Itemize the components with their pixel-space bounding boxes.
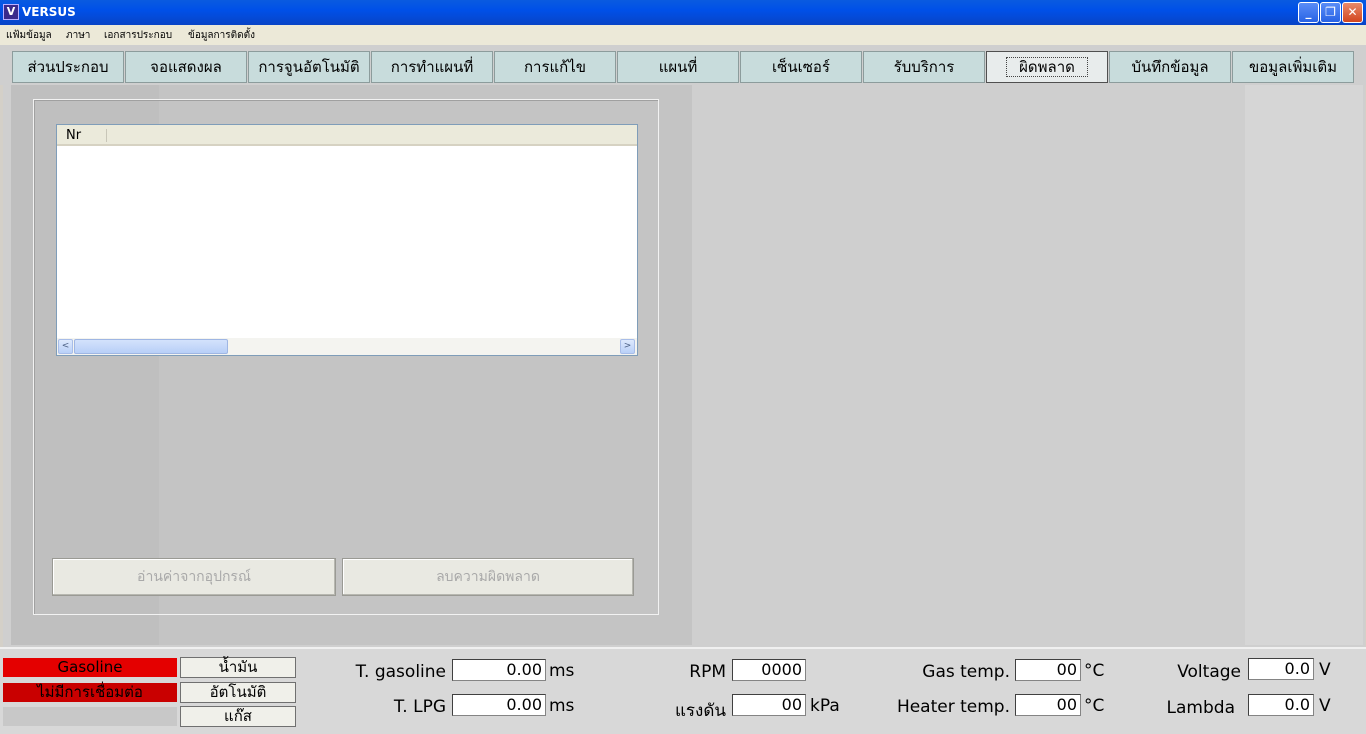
tab-service[interactable]: รับบริการ — [863, 51, 985, 83]
tab-strip: ส่วนประกอบ จอแสดงผล การจูนอัตโนมัติ การท… — [0, 45, 1366, 85]
heater-temp-unit: °C — [1084, 696, 1105, 716]
column-header-nr[interactable]: Nr — [66, 128, 81, 143]
heater-temp-label: Heater temp. — [896, 697, 1010, 717]
errors-panel: Nr < > อ่านค่าจากอุปกรณ์ ลบความผิดพลาด — [3, 85, 1365, 647]
voltage-unit: V — [1319, 660, 1331, 680]
clear-errors-button[interactable]: ลบความผิดพลาด — [342, 558, 634, 596]
app-icon: V — [3, 4, 19, 20]
window-title: VERSUS — [22, 5, 76, 19]
connection-indicator: ไม่มีการเชื่อมต่อ — [3, 683, 177, 702]
errors-list-header: Nr — [57, 125, 637, 146]
tab-editing[interactable]: การแก้ไข — [494, 51, 616, 83]
scroll-thumb[interactable] — [74, 339, 228, 354]
menu-language[interactable]: ภาษา — [66, 28, 90, 43]
petrol-mode-button[interactable]: น้ำมัน — [180, 657, 296, 678]
title-bar[interactable]: V VERSUS _ ❐ ✕ — [0, 0, 1366, 25]
panel-shade-right — [1245, 85, 1363, 645]
auto-mode-button[interactable]: อัตโนมัติ — [180, 682, 296, 703]
voltage-value: 0.0 — [1248, 658, 1314, 680]
menu-documents[interactable]: เอกสารประกอบ — [104, 28, 172, 43]
pressure-unit: kPa — [810, 696, 840, 716]
menu-bar: แฟ้มข้อมูล ภาษา เอกสารประกอบ ข้อมูลการติ… — [0, 25, 1366, 45]
tab-map[interactable]: แผนที่ — [617, 51, 739, 83]
heater-temp-value: 00 — [1015, 694, 1081, 716]
restore-button[interactable]: ❐ — [1320, 2, 1341, 23]
status-bar: Gasoline ไม่มีการเชื่อมต่อ น้ำมัน อัตโนม… — [0, 647, 1366, 734]
menu-install-info[interactable]: ข้อมูลการติดตั้ง — [188, 28, 255, 43]
t-lpg-unit: ms — [549, 696, 575, 716]
read-device-button[interactable]: อ่านค่าจากอุปกรณ์ — [52, 558, 336, 596]
rpm-label: RPM — [689, 662, 726, 682]
minimize-button[interactable]: _ — [1298, 2, 1319, 23]
gas-mode-button[interactable]: แก๊ส — [180, 706, 296, 727]
t-lpg-value: 0.00 — [452, 694, 546, 716]
scroll-right-icon[interactable]: > — [620, 339, 635, 354]
rpm-value: 0000 — [732, 659, 806, 681]
pressure-value: 00 — [732, 694, 806, 716]
fuel-indicator: Gasoline — [3, 658, 177, 677]
status-indicator-empty — [3, 707, 177, 726]
gas-temp-label: Gas temp. — [922, 662, 1010, 682]
scroll-left-icon[interactable]: < — [58, 339, 73, 354]
tab-mapping[interactable]: การทำแผนที่ — [371, 51, 493, 83]
lambda-unit: V — [1319, 696, 1331, 716]
gas-temp-value: 00 — [1015, 659, 1081, 681]
tab-sensors[interactable]: เซ็นเซอร์ — [740, 51, 862, 83]
t-lpg-label: T. LPG — [393, 697, 446, 717]
close-button[interactable]: ✕ — [1342, 2, 1363, 23]
gas-temp-unit: °C — [1084, 661, 1105, 681]
t-gasoline-label: T. gasoline — [355, 662, 446, 682]
column-separator[interactable] — [106, 129, 107, 142]
tab-more-info[interactable]: ขอมูลเพิ่มเติม — [1232, 51, 1354, 83]
tab-errors[interactable]: ผิดพลาด — [986, 51, 1108, 83]
tab-auto-tuning[interactable]: การจูนอัตโนมัติ — [248, 51, 370, 83]
t-gasoline-value: 0.00 — [452, 659, 546, 681]
app-window: V VERSUS _ ❐ ✕ แฟ้มข้อมูล ภาษา เอกสารประ… — [0, 0, 1366, 734]
errors-list[interactable]: Nr < > — [56, 124, 638, 356]
lambda-label: Lambda — [1166, 698, 1235, 718]
horizontal-scrollbar[interactable]: < > — [57, 338, 637, 355]
tab-display[interactable]: จอแสดงผล — [125, 51, 247, 83]
tab-components[interactable]: ส่วนประกอบ — [12, 51, 124, 83]
tab-errors-label: ผิดพลาด — [1006, 57, 1088, 77]
tab-data-log[interactable]: บันทึกข้อมูล — [1109, 51, 1231, 83]
pressure-label: แรงดัน — [674, 701, 726, 721]
menu-file[interactable]: แฟ้มข้อมูล — [6, 28, 52, 43]
voltage-label: Voltage — [1177, 662, 1241, 682]
t-gasoline-unit: ms — [549, 661, 575, 681]
lambda-value: 0.0 — [1248, 694, 1314, 716]
